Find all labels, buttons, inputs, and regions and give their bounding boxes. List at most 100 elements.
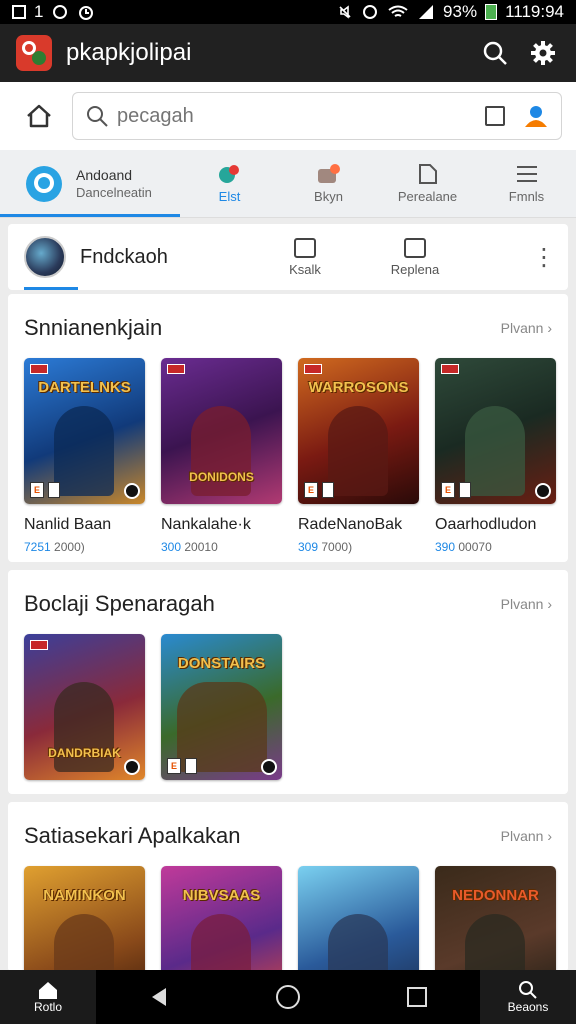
section-2: Boclaji Spenaragah Plvann › DANDRBIAK DO… xyxy=(8,570,568,794)
nav-search-button[interactable]: Beaons xyxy=(480,970,576,1024)
game-meta: 390 00070 xyxy=(435,540,492,554)
game-cover[interactable]: NAMINKON xyxy=(24,866,145,972)
section-3: Satiasekari Apalkakan Plvann › NAMINKON … xyxy=(8,802,568,972)
back-icon[interactable] xyxy=(148,986,170,1008)
section-2-more-link[interactable]: Plvann › xyxy=(501,596,552,612)
category-tabs: Andoand Dancelneatin Elst Bkyn Perealane… xyxy=(0,150,576,218)
game-cover[interactable]: DONIDONS xyxy=(161,358,282,504)
app-logo-icon xyxy=(16,35,52,71)
game-meta: 300 20010 xyxy=(161,540,218,554)
tab-buy-label: Bkyn xyxy=(314,189,343,204)
home-circle-icon[interactable] xyxy=(275,984,301,1010)
wifi-icon xyxy=(388,5,408,17)
app-bar: pkapkjolipai xyxy=(0,24,576,82)
mute-icon xyxy=(339,5,351,19)
account-icon[interactable] xyxy=(523,103,549,129)
nav-search-label: Beaons xyxy=(507,1000,549,1014)
section-3-title: Satiasekari Apalkakan xyxy=(24,823,241,848)
search-box[interactable] xyxy=(72,92,562,140)
tab-android[interactable]: Andoand Dancelneatin xyxy=(0,150,180,217)
search-icon xyxy=(483,41,507,65)
navigation-bar: Rotlo Beaons xyxy=(0,970,576,1024)
game-name: Nankalahe·k xyxy=(161,516,251,533)
game-cover[interactable] xyxy=(298,866,419,972)
camera-icon xyxy=(317,164,340,183)
data-icon xyxy=(363,5,378,19)
game-cover[interactable]: DONSTAIRS E xyxy=(161,634,282,780)
game-cover[interactable]: NIBVSAAS xyxy=(161,866,282,972)
cover-title: DONIDONS xyxy=(189,470,254,484)
profile-action-2-label: Replena xyxy=(390,261,440,277)
game-card[interactable]: DONIDONS Nankalahe·k 300 20010 xyxy=(161,358,282,554)
tab-perealane[interactable]: Perealane xyxy=(378,150,477,217)
edit-icon xyxy=(404,237,426,258)
alarm-icon xyxy=(79,6,94,20)
tab-android-line1: Andoand xyxy=(76,166,133,183)
recents-icon[interactable] xyxy=(406,986,428,1008)
nav-home-button[interactable]: Rotlo xyxy=(0,970,96,1024)
tab-buy[interactable]: Bkyn xyxy=(279,150,378,217)
tab-list[interactable]: Elst xyxy=(180,150,279,217)
game-card[interactable]: NAMINKON xyxy=(24,866,145,972)
game-card[interactable] xyxy=(298,866,419,972)
nav-home-label: Rotlo xyxy=(33,1000,62,1014)
tab-perealane-label: Perealane xyxy=(397,189,458,204)
game-card[interactable]: DANDRBIAK xyxy=(24,634,145,780)
clock: 1119:94 xyxy=(505,2,564,21)
search-input[interactable] xyxy=(117,104,485,128)
list-icon xyxy=(294,237,316,258)
game-card[interactable]: NIBVSAAS xyxy=(161,866,282,972)
cover-title: WARROSONS xyxy=(308,379,409,396)
menu-icon xyxy=(516,166,537,182)
chat-icon xyxy=(26,165,62,202)
notification-icon xyxy=(12,5,26,19)
document-icon xyxy=(418,164,437,184)
game-cover[interactable]: DARTELNKS E xyxy=(24,358,145,504)
profile-name[interactable]: Fndckaoh xyxy=(80,246,250,269)
cover-title: DONSTAIRS xyxy=(177,655,266,672)
section-1-more-label: Plvann xyxy=(500,320,544,336)
section-1: Snnianenkjain Plvann › DARTELNKS E Nanli… xyxy=(8,294,568,562)
game-cover[interactable]: WARROSONS E xyxy=(298,358,419,504)
game-cover[interactable]: NEDONNAR xyxy=(435,866,556,972)
section-2-title: Boclaji Spenaragah xyxy=(24,591,215,616)
home-icon xyxy=(39,982,57,999)
tab-list-label: Elst xyxy=(218,189,241,204)
cover-title: DARTELNKS xyxy=(38,379,131,396)
tab-family-label: Fmnls xyxy=(508,189,545,204)
cover-title: NAMINKON xyxy=(43,887,126,904)
profile-action-1[interactable]: Ksalk xyxy=(250,237,360,277)
game-card[interactable]: DONSTAIRS E xyxy=(161,634,282,780)
search-icon xyxy=(87,106,108,127)
scan-icon[interactable] xyxy=(485,106,505,126)
gear-icon xyxy=(531,41,555,65)
status-left-text: 1 xyxy=(34,2,44,21)
home-icon[interactable] xyxy=(24,101,54,131)
section-1-more-link[interactable]: Plvann › xyxy=(501,320,552,336)
profile-underline xyxy=(24,287,78,290)
game-cover[interactable]: DANDRBIAK xyxy=(24,634,145,780)
more-options-button[interactable]: ⋮ xyxy=(532,243,556,272)
game-cover[interactable]: E xyxy=(435,358,556,504)
avatar[interactable] xyxy=(24,236,66,278)
game-meta: 309 7000) xyxy=(298,540,353,554)
status-bar: 1 93% 1119:94 xyxy=(0,0,576,24)
search-icon xyxy=(519,981,537,999)
game-name: Nanlid Baan xyxy=(24,516,112,533)
profile-card: Fndckaoh Ksalk Replena ⋮ xyxy=(8,224,568,290)
profile-action-2[interactable]: Replena xyxy=(360,237,470,277)
section-3-more-link[interactable]: Plvann › xyxy=(501,828,552,844)
game-card[interactable]: DARTELNKS E Nanlid Baan 7251 2000) xyxy=(24,358,145,554)
section-1-title: Snnianenkjain xyxy=(24,315,163,340)
game-card[interactable]: E Oaarhodludon 390 00070 xyxy=(435,358,556,554)
games-icon xyxy=(218,165,239,183)
tab-family[interactable]: Fmnls xyxy=(477,150,576,217)
search-button[interactable] xyxy=(478,36,512,70)
cover-title: DANDRBIAK xyxy=(48,746,121,760)
sync-icon xyxy=(53,5,68,19)
section-3-more-label: Plvann xyxy=(500,828,544,844)
settings-button[interactable] xyxy=(526,36,560,70)
game-card[interactable]: WARROSONS E RadeNanoBak 309 7000) xyxy=(298,358,419,554)
profile-action-1-label: Ksalk xyxy=(289,261,321,277)
game-card[interactable]: NEDONNAR xyxy=(435,866,556,972)
